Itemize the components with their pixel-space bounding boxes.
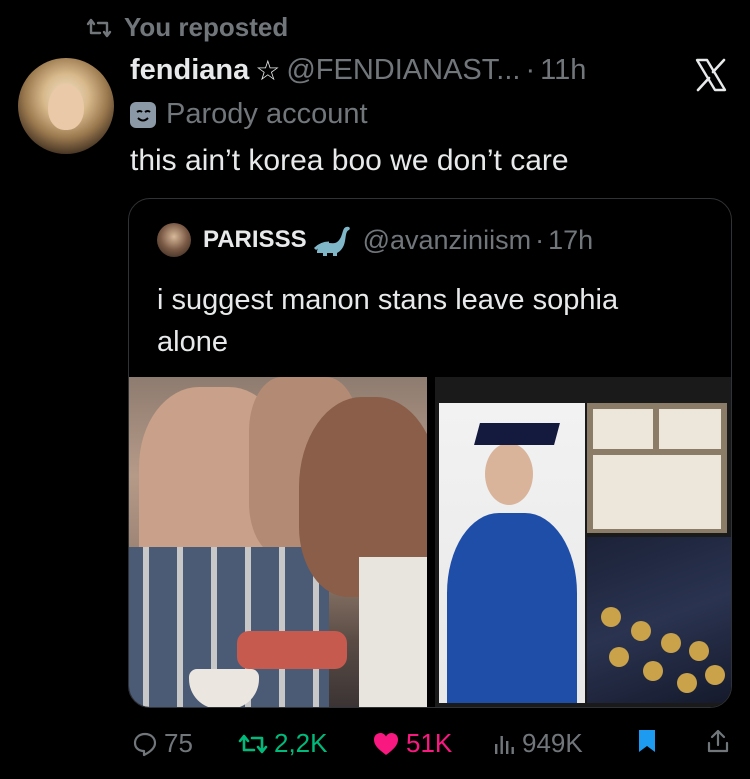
tweet-time[interactable]: 11h — [540, 54, 586, 87]
theater-mask-icon — [130, 101, 156, 128]
bookmark-icon — [639, 730, 655, 752]
graduation-photo — [439, 403, 585, 703]
medals-photo — [587, 537, 731, 703]
author-handle[interactable]: @FENDIANAST... — [286, 54, 520, 87]
author-avatar[interactable] — [18, 58, 114, 154]
repost-button[interactable]: 2,2K — [238, 728, 328, 759]
quoted-time[interactable]: 17h — [548, 225, 593, 256]
quoted-author-handle[interactable]: @avanziniism — [363, 225, 531, 256]
dinosaur-icon — [313, 226, 350, 256]
quoted-tweet[interactable]: PARISSS @avanziniism · 17h i suggest man… — [128, 198, 732, 708]
parody-label-text: Parody account — [166, 98, 368, 130]
like-count: 51K — [406, 728, 453, 758]
share-button[interactable] — [706, 728, 730, 754]
tweet-actions: 75 2,2K 51K 949K — [0, 728, 750, 764]
views-count: 949K — [522, 728, 583, 758]
views-button[interactable]: 949K — [492, 728, 583, 759]
repost-banner: You reposted — [86, 12, 288, 43]
repost-count: 2,2K — [274, 728, 328, 758]
separator-dot: · — [525, 54, 536, 86]
x-logo-icon — [695, 58, 727, 92]
quoted-media — [129, 377, 731, 707]
repost-icon — [86, 18, 112, 37]
views-icon — [495, 735, 514, 754]
media-image-right[interactable] — [435, 377, 731, 707]
avatar-face — [48, 84, 84, 130]
quoted-author-name[interactable]: PARISSS — [203, 226, 307, 254]
author-name[interactable]: fendiana — [130, 54, 249, 87]
bookmark-button[interactable] — [636, 728, 658, 754]
reply-count: 75 — [164, 728, 193, 758]
repost-icon — [238, 734, 268, 753]
star-icon: ☆ — [255, 55, 281, 86]
media-image-left[interactable] — [129, 377, 427, 707]
reply-icon — [133, 732, 157, 756]
quoted-text: i suggest manon stans leave sophia alone — [157, 284, 619, 358]
like-button[interactable]: 51K — [372, 728, 452, 759]
tweet-header: fendiana ☆ @FENDIANAST... · 11h — [130, 54, 586, 87]
share-icon — [707, 729, 729, 753]
quoted-avatar[interactable] — [157, 223, 191, 257]
tweet-text: this ain’t korea boo we don’t care — [130, 144, 569, 177]
parody-label: Parody account — [130, 98, 368, 131]
repost-banner-text: You reposted — [124, 12, 289, 42]
quoted-header: PARISSS @avanziniism · 17h — [157, 223, 593, 257]
separator-dot: · — [535, 224, 545, 255]
certificates-photo — [587, 403, 727, 533]
reply-button[interactable]: 75 — [132, 728, 193, 759]
heart-icon — [374, 732, 398, 755]
